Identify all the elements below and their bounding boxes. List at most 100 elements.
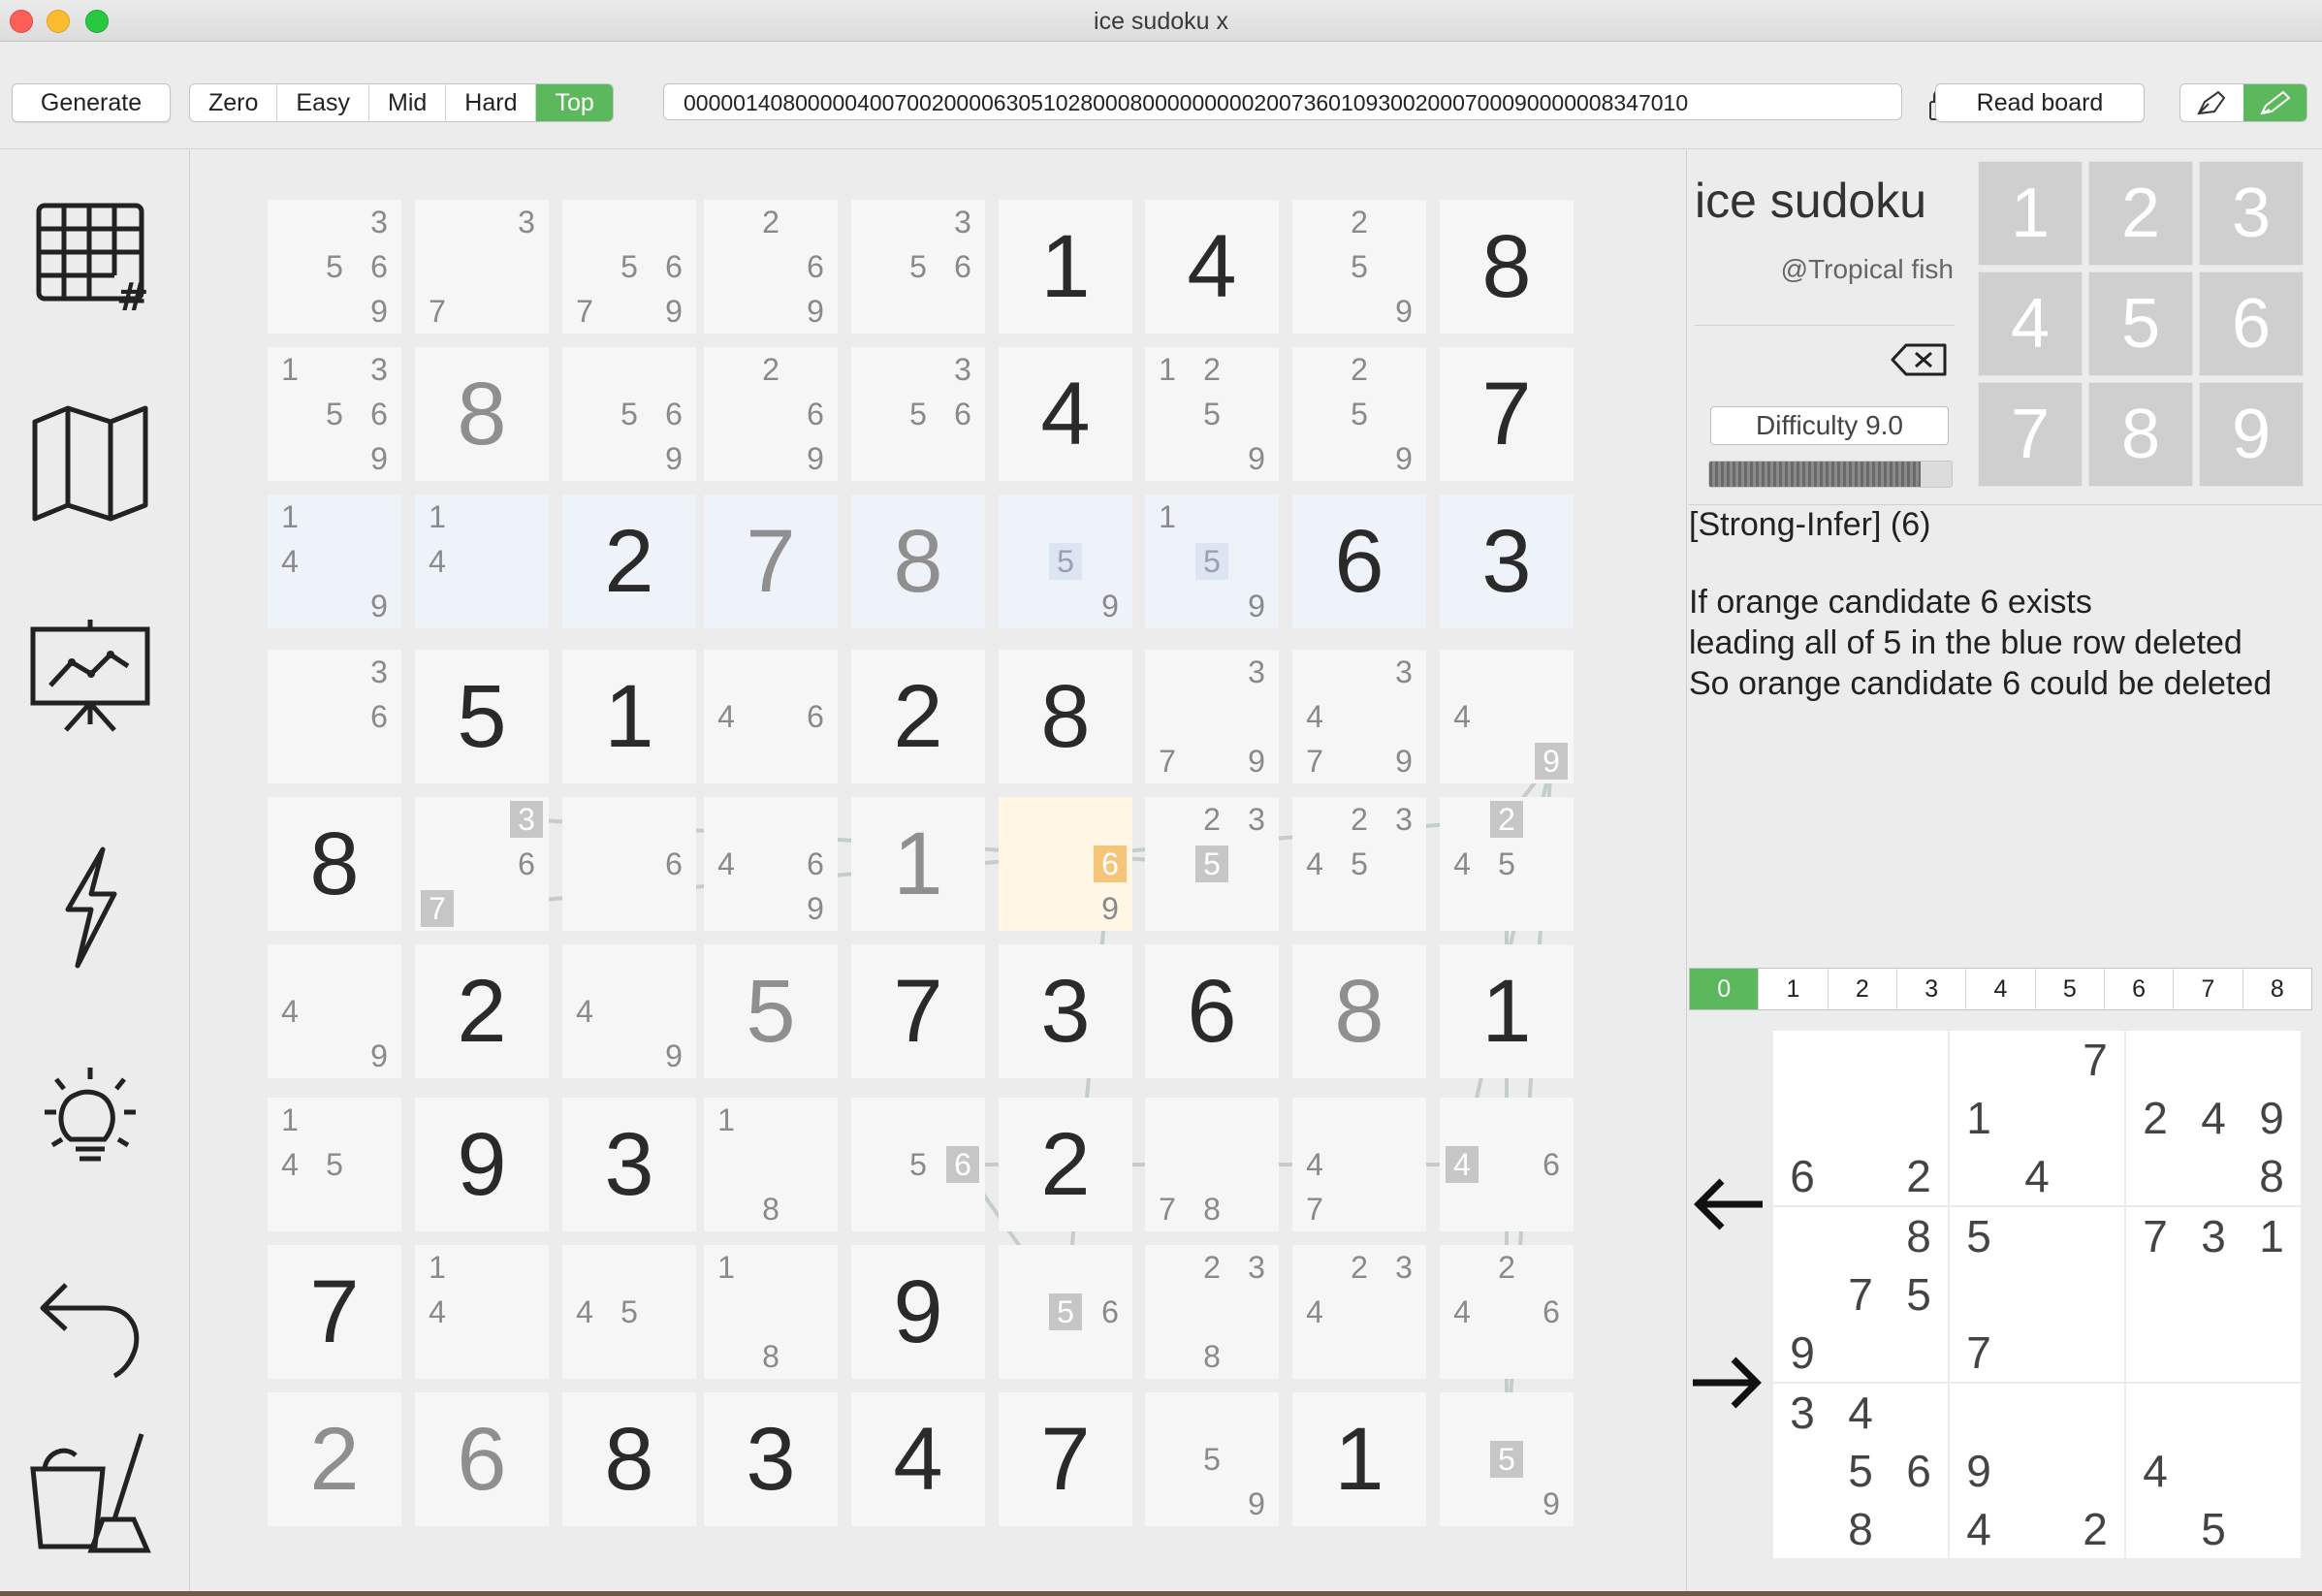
board-cell[interactable]: 3 [562, 1098, 696, 1231]
board-cell[interactable]: 78 [1145, 1098, 1279, 1231]
step-tab-6[interactable]: 6 [2105, 969, 2175, 1009]
step-tab-0[interactable]: 0 [1690, 969, 1760, 1009]
step-tab-7[interactable]: 7 [2174, 969, 2243, 1009]
number-key-3[interactable]: 3 [2199, 161, 2304, 266]
board-cell[interactable]: 8 [562, 1392, 696, 1526]
board-cell[interactable]: 14 [415, 1245, 549, 1379]
board-cell[interactable]: 235 [1145, 797, 1279, 931]
board-cell[interactable]: 2 59 [1292, 200, 1426, 334]
board-cell[interactable]: 5 [704, 944, 838, 1078]
board-cell[interactable]: 6 [1292, 495, 1426, 628]
step-tab-3[interactable]: 3 [1897, 969, 1967, 1009]
board-cell[interactable]: 2 [415, 944, 549, 1078]
board-cell[interactable]: 6 [562, 797, 696, 931]
step-tab-4[interactable]: 4 [1966, 969, 2036, 1009]
clean-icon[interactable] [27, 1430, 153, 1556]
level-hard-button[interactable]: Hard [446, 84, 537, 121]
board-cell[interactable]: 1 [562, 650, 696, 783]
step-tab-1[interactable]: 1 [1759, 969, 1829, 1009]
board-cell[interactable]: 69 [999, 797, 1132, 931]
arrow-right-icon[interactable] [1689, 1354, 1766, 1412]
board-cell[interactable]: 47 [1292, 1098, 1426, 1231]
board-cell[interactable]: 8 [415, 347, 549, 481]
board-cell[interactable]: 56 9 [562, 347, 696, 481]
board-cell[interactable]: 4 [1145, 200, 1279, 334]
board-cell[interactable]: 49 [1440, 650, 1574, 783]
board-cell[interactable]: 1 45 [268, 1098, 401, 1231]
board-cell[interactable]: 49 [562, 944, 696, 1078]
board-cell[interactable]: 26 9 [704, 347, 838, 481]
board-cell[interactable]: 46 [1440, 1098, 1574, 1231]
board-cell[interactable]: 3 7 9 [1145, 650, 1279, 783]
board-cell[interactable]: 1 4 9 [268, 495, 401, 628]
board-cell[interactable]: 23 8 [1145, 1245, 1279, 1379]
level-top-button[interactable]: Top [536, 84, 613, 121]
board-cell[interactable]: 23 45 [1292, 797, 1426, 931]
board-cell[interactable]: 56 7 9 [562, 200, 696, 334]
board-cell[interactable]: 1 [999, 200, 1132, 334]
number-key-7[interactable]: 7 [1978, 382, 2083, 487]
level-easy-button[interactable]: Easy [277, 84, 369, 121]
board-cell[interactable]: 8 [1292, 944, 1426, 1078]
board-cell[interactable]: 245 [1440, 797, 1574, 931]
board-cell[interactable]: 8 [999, 650, 1132, 783]
board-cell[interactable]: 2 [562, 495, 696, 628]
board-cell[interactable]: 3 [999, 944, 1132, 1078]
board-cell[interactable]: 7 [851, 944, 985, 1078]
board-cell[interactable]: 7 [999, 1392, 1132, 1526]
board-cell[interactable]: 56 [851, 1098, 985, 1231]
level-zero-button[interactable]: Zero [190, 84, 278, 121]
board-cell[interactable]: 3 4 7 9 [1292, 650, 1426, 783]
step-tab-2[interactable]: 2 [1829, 969, 1897, 1009]
board-cell[interactable]: 24 6 [1440, 1245, 1574, 1379]
board-cell[interactable]: 1 356 9 [268, 347, 401, 481]
board-cell[interactable]: 18 [704, 1098, 838, 1231]
board-cell[interactable]: 2 [268, 1392, 401, 1526]
board-cell[interactable]: 4 [999, 347, 1132, 481]
board-cell[interactable]: 14 [415, 495, 549, 628]
board-cell[interactable]: 4 6 9 [704, 797, 838, 931]
number-key-4[interactable]: 4 [1978, 271, 2083, 376]
board-cell[interactable]: 356 [851, 200, 985, 334]
number-key-8[interactable]: 8 [2088, 382, 2193, 487]
board-cell[interactable]: 59 [1145, 1392, 1279, 1526]
number-key-5[interactable]: 5 [2088, 271, 2193, 376]
board-cell[interactable]: 49 [268, 944, 401, 1078]
lightbulb-icon[interactable] [27, 1062, 153, 1188]
board-cell[interactable]: 56 [999, 1245, 1132, 1379]
board-cell[interactable]: 6 [1145, 944, 1279, 1078]
number-key-6[interactable]: 6 [2199, 271, 2304, 376]
board-cell[interactable]: 8 [851, 495, 985, 628]
chart-presentation-icon[interactable] [27, 616, 153, 742]
board-cell[interactable]: 26 9 [704, 200, 838, 334]
board-cell[interactable]: 2 59 [1292, 347, 1426, 481]
board-cell[interactable]: 9 [851, 1245, 985, 1379]
board-cell[interactable]: 5 [415, 650, 549, 783]
board-cell[interactable]: 9 [415, 1098, 549, 1231]
board-cell[interactable]: 12 59 [1145, 347, 1279, 481]
pencil-icon[interactable] [2243, 84, 2306, 121]
board-cell[interactable]: 37 [415, 200, 549, 334]
board-cell[interactable]: 1 [1292, 1392, 1426, 1526]
lightning-icon[interactable] [27, 844, 153, 970]
board-cell[interactable]: 356 [851, 347, 985, 481]
board-cell[interactable]: 3 6 7 [415, 797, 549, 931]
board-cell[interactable]: 18 [704, 1245, 838, 1379]
board-cell[interactable]: 7 [268, 1245, 401, 1379]
board-cell[interactable]: 2 [851, 650, 985, 783]
read-board-button[interactable]: Read board [1935, 83, 2145, 122]
step-tab-8[interactable]: 8 [2243, 969, 2311, 1009]
number-key-2[interactable]: 2 [2088, 161, 2193, 266]
backspace-icon[interactable] [1889, 341, 1951, 378]
number-key-1[interactable]: 1 [1978, 161, 2083, 266]
board-cell[interactable]: 45 [562, 1245, 696, 1379]
board-cell[interactable]: 46 [704, 650, 838, 783]
board-cell[interactable]: 3 [1440, 495, 1574, 628]
map-icon[interactable] [27, 400, 153, 527]
step-tab-5[interactable]: 5 [2036, 969, 2105, 1009]
board-cell[interactable]: 59 [999, 495, 1132, 628]
board-cell[interactable]: 3 [704, 1392, 838, 1526]
board-cell[interactable]: 7 [704, 495, 838, 628]
board-cell[interactable]: 159 [1145, 495, 1279, 628]
level-mid-button[interactable]: Mid [369, 84, 447, 121]
